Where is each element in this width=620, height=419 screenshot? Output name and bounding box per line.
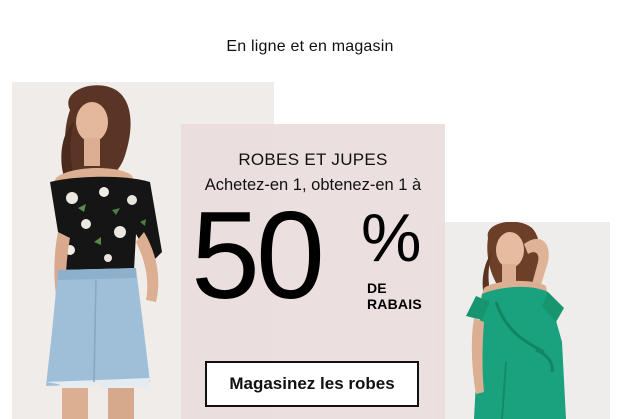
promo-category: ROBES ET JUPES xyxy=(238,150,388,169)
promo-card: ROBES ET JUPES Achetez-en 1, obtenez-en … xyxy=(181,124,445,419)
availability-text: En ligne et en magasin xyxy=(226,38,394,55)
discount-number: 50 xyxy=(191,187,325,325)
discount-label: DE RABAIS xyxy=(367,280,422,312)
discount-label-line-1: DE xyxy=(367,280,387,296)
model-green-dress-image xyxy=(436,222,610,419)
model-photo-right[interactable] xyxy=(436,222,610,419)
shop-dresses-button[interactable]: Magasinez les robes xyxy=(205,361,419,407)
discount-label-line-2: RABAIS xyxy=(367,296,422,312)
discount-percent-sign: % xyxy=(361,200,422,276)
promo-banner[interactable]: En ligne et en magasin ROBES ET JUPES Ac… xyxy=(0,0,620,419)
